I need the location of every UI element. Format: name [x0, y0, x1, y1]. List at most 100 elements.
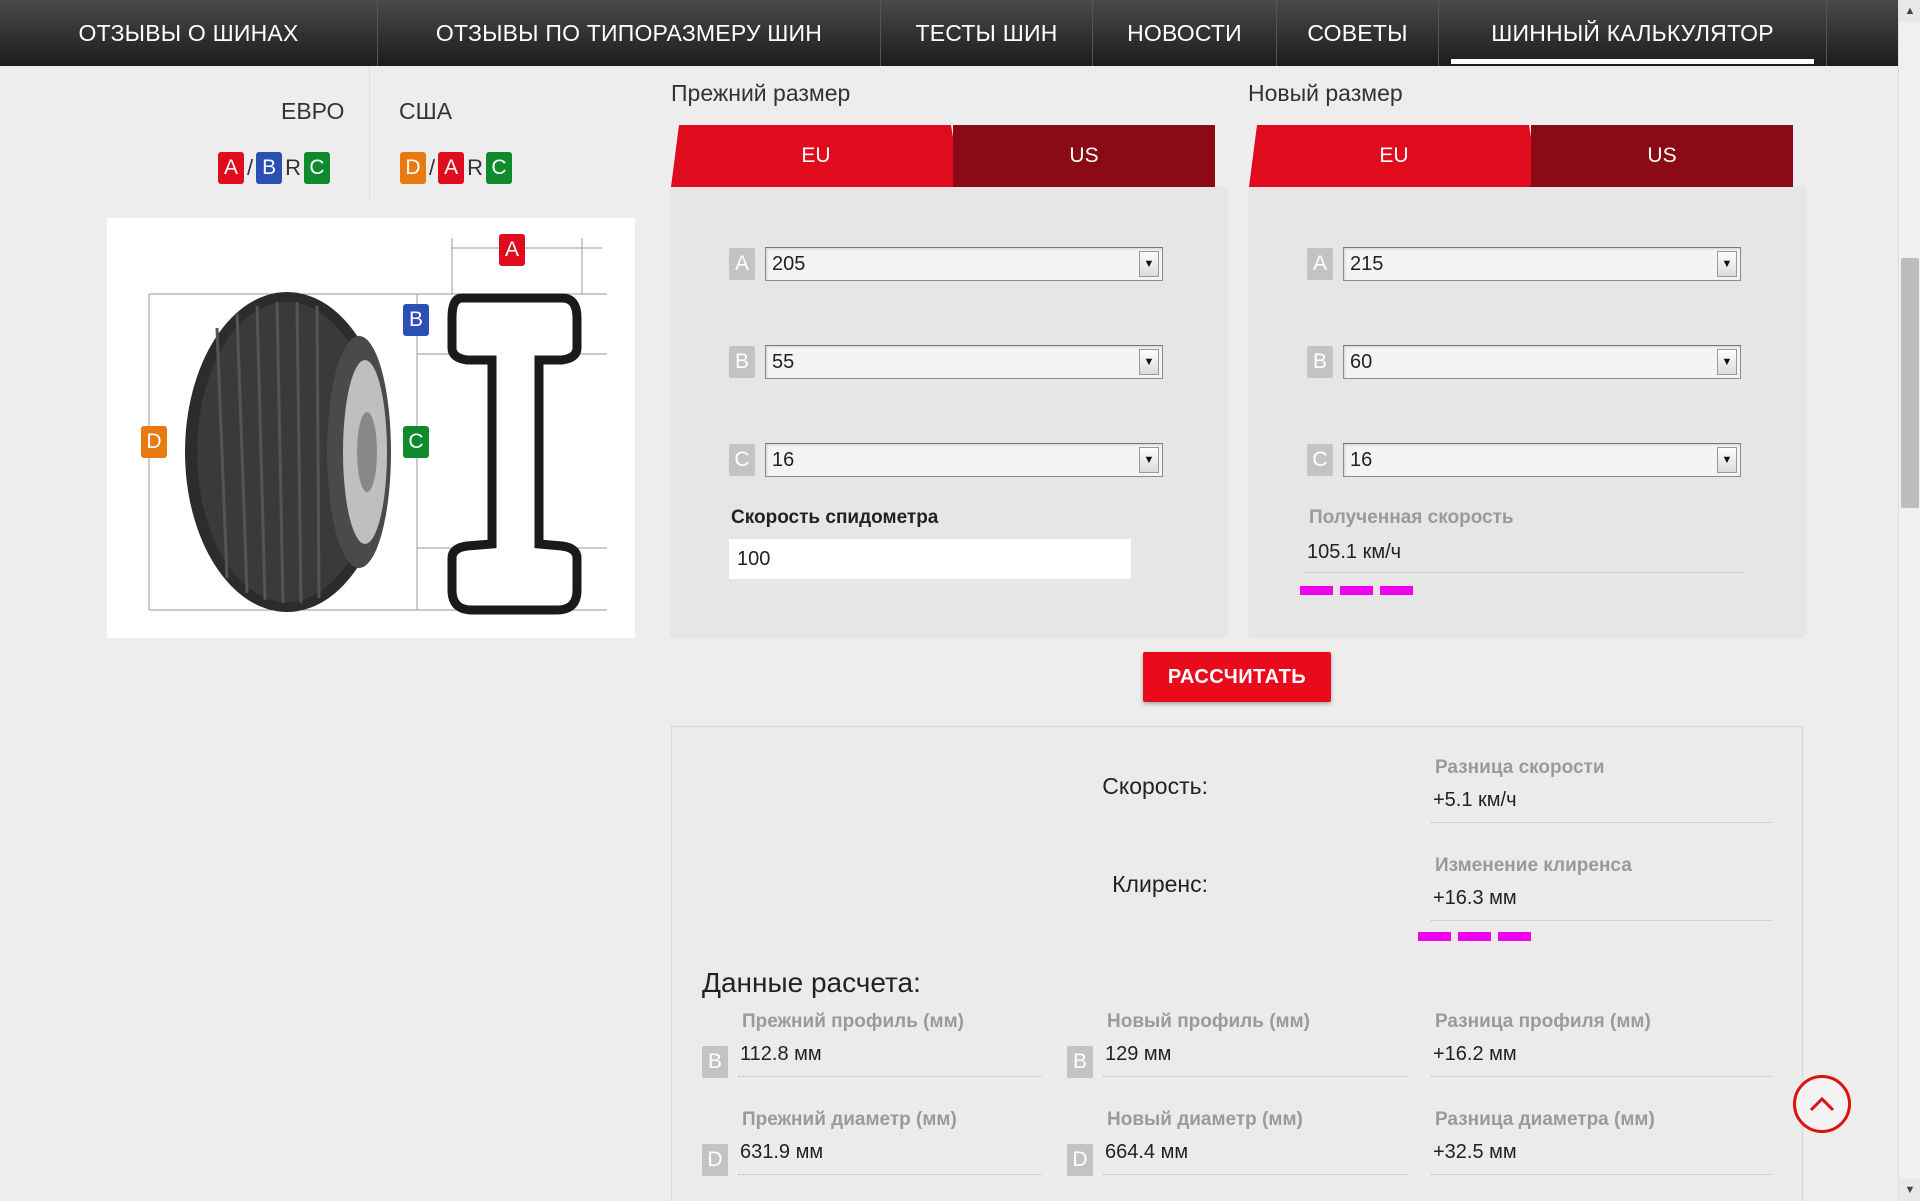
new-diameter-value: 664.4 мм: [1103, 1141, 1407, 1175]
tab-eu-old[interactable]: EU: [671, 125, 961, 187]
old-profile-select[interactable]: 55 ▼: [765, 345, 1163, 379]
calculate-button[interactable]: РАССЧИТАТЬ: [1143, 652, 1331, 702]
new-field-c-row: C 16 ▼: [1307, 443, 1741, 477]
diagram-label-c: C: [403, 426, 429, 458]
calculation-data-heading: Данные расчета:: [702, 967, 921, 998]
new-diameter-label: D: [1067, 1144, 1093, 1176]
nav-size-reviews[interactable]: ОТЗЫВЫ ПО ТИПОРАЗМЕРУ ШИН: [378, 0, 881, 66]
legend-divider: [369, 66, 370, 200]
new-profile-label: B: [1067, 1046, 1093, 1078]
old-profile-label: B: [702, 1046, 728, 1078]
nav-news[interactable]: НОВОСТИ: [1093, 0, 1277, 66]
arrow-up-icon: [1809, 1096, 1835, 1112]
diameter-diff-value: +32.5 мм: [1431, 1141, 1771, 1175]
old-size-title: Прежний размер: [671, 80, 851, 106]
speedometer-input[interactable]: [729, 539, 1131, 579]
dropdown-arrow-icon[interactable]: ▼: [1139, 251, 1159, 277]
new-profile-select[interactable]: 60 ▼: [1343, 345, 1741, 379]
old-size-form: A 205 ▼ B 55 ▼ C 16 ▼ Скорость спидометр…: [671, 187, 1227, 635]
nav-tire-tests[interactable]: ТЕСТЫ ШИН: [881, 0, 1093, 66]
badge-a: A: [218, 152, 244, 184]
field-label-a: A: [1307, 248, 1333, 280]
scroll-thumb[interactable]: [1901, 258, 1919, 508]
euro-format: A / B R C: [218, 152, 331, 184]
new-profile-caption: Новый профиль (мм): [1107, 1011, 1310, 1032]
dropdown-arrow-icon[interactable]: ▼: [1717, 349, 1737, 375]
new-size-title: Новый размер: [1248, 80, 1403, 106]
old-field-b-row: B 55 ▼: [729, 345, 1163, 379]
dropdown-arrow-icon[interactable]: ▼: [1717, 447, 1737, 473]
results-panel: Скорость: Разница скорости +5.1 км/ч Кли…: [671, 726, 1803, 1201]
old-field-c-row: C 16 ▼: [729, 443, 1163, 477]
tab-eu-new[interactable]: EU: [1249, 125, 1539, 187]
nav-tire-reviews[interactable]: ОТЗЫВЫ О ШИНАХ: [0, 0, 378, 66]
old-width-value: 205: [772, 252, 806, 275]
speed-diff-caption: Разница скорости: [1435, 757, 1605, 778]
speedometer-label: Скорость спидометра: [731, 507, 939, 528]
speed-diff-value: +5.1 км/ч: [1431, 789, 1771, 823]
old-profile-value: 55: [772, 350, 795, 373]
old-diameter-select[interactable]: 16 ▼: [765, 443, 1163, 477]
nav-tips[interactable]: СОВЕТЫ: [1277, 0, 1439, 66]
result-speed-label: Полученная скорость: [1309, 507, 1514, 528]
new-size-panel: EU US A 215 ▼ B 60 ▼ C 16 ▼ Полученная с…: [1249, 125, 1805, 635]
old-width-select[interactable]: 205 ▼: [765, 247, 1163, 281]
highlight-marker: [1418, 932, 1531, 941]
dropdown-arrow-icon[interactable]: ▼: [1717, 251, 1737, 277]
usa-title: США: [399, 98, 453, 124]
diagram-label-b: B: [403, 304, 429, 336]
new-field-b-row: B 60 ▼: [1307, 345, 1741, 379]
tab-us-new[interactable]: US: [1531, 125, 1793, 187]
old-size-panel: EU US A 205 ▼ B 55 ▼ C 16 ▼ Скорость спи…: [671, 125, 1227, 635]
field-label-c: C: [1307, 444, 1333, 476]
old-size-tabs: EU US: [671, 125, 1227, 187]
badge-c: C: [486, 152, 513, 184]
diagram-label-a: A: [499, 234, 525, 266]
scroll-down-icon[interactable]: ▼: [1899, 1179, 1920, 1201]
badge-d: D: [400, 152, 426, 184]
field-label-c: C: [729, 444, 755, 476]
speed-result-name: Скорость:: [1102, 773, 1208, 799]
highlight-marker: [1300, 586, 1413, 595]
diameter-diff-caption: Разница диаметра (мм): [1435, 1109, 1655, 1130]
old-diameter-value: 16: [772, 448, 795, 471]
new-diameter-caption: Новый диаметр (мм): [1107, 1109, 1303, 1130]
new-width-select[interactable]: 215 ▼: [1343, 247, 1741, 281]
dropdown-arrow-icon[interactable]: ▼: [1139, 447, 1159, 473]
diagram-label-d: D: [141, 426, 167, 458]
old-field-a-row: A 205 ▼: [729, 247, 1163, 281]
tire-illustration: [148, 238, 607, 615]
separator-slash: /: [429, 155, 436, 180]
clearance-change-caption: Изменение клиренса: [1435, 855, 1632, 876]
clearance-result-name: Клиренс:: [1112, 871, 1208, 897]
clearance-change-value: +16.3 мм: [1431, 887, 1771, 921]
field-label-b: B: [1307, 346, 1333, 378]
separator-slash: /: [247, 155, 254, 180]
old-diameter-caption: Прежний диаметр (мм): [742, 1109, 957, 1130]
page-scrollbar[interactable]: ▲ ▼: [1898, 0, 1920, 1201]
scroll-up-icon[interactable]: ▲: [1899, 0, 1920, 22]
usa-format: D / A R C: [400, 152, 513, 184]
new-diameter-select[interactable]: 16 ▼: [1343, 443, 1741, 477]
old-diameter-value: 631.9 мм: [738, 1141, 1042, 1175]
nav-tire-calculator[interactable]: ШИННЫЙ КАЛЬКУЛЯТОР: [1439, 0, 1827, 66]
dropdown-arrow-icon[interactable]: ▼: [1139, 349, 1159, 375]
badge-c: C: [304, 152, 331, 184]
tab-us-old[interactable]: US: [953, 125, 1215, 187]
badge-b: B: [256, 152, 283, 184]
old-diameter-label: D: [702, 1144, 728, 1176]
field-label-a: A: [729, 248, 755, 280]
new-size-form: A 215 ▼ B 60 ▼ C 16 ▼ Полученная скорост…: [1249, 187, 1805, 635]
result-speed-value: 105.1 км/ч: [1305, 541, 1743, 573]
new-width-value: 215: [1350, 252, 1384, 275]
new-profile-value: 129 мм: [1103, 1043, 1407, 1077]
old-profile-caption: Прежний профиль (мм): [742, 1011, 964, 1032]
back-to-top-button[interactable]: [1793, 1075, 1851, 1133]
new-size-tabs: EU US: [1249, 125, 1805, 187]
new-profile-value: 60: [1350, 350, 1373, 373]
separator-r: R: [285, 155, 302, 180]
badge-a: A: [438, 152, 465, 184]
field-label-b: B: [729, 346, 755, 378]
old-profile-value: 112.8 мм: [738, 1043, 1042, 1077]
new-diameter-value: 16: [1350, 448, 1373, 471]
